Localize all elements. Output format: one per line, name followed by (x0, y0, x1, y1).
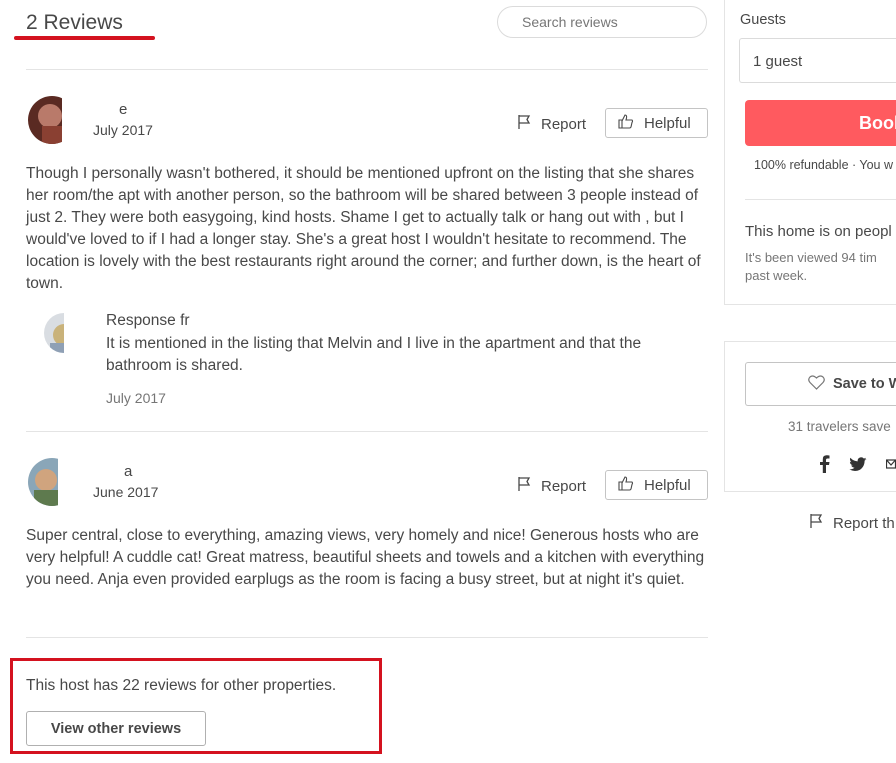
twitter-icon[interactable] (849, 456, 867, 477)
guests-select[interactable]: 1 guest (739, 38, 896, 83)
divider (745, 199, 896, 200)
email-icon[interactable] (885, 457, 896, 476)
helpful-label: Helpful (644, 114, 691, 132)
facebook-icon[interactable] (819, 455, 830, 478)
report-button[interactable]: Report (517, 114, 586, 134)
divider (26, 69, 708, 70)
viewed-line: past week. (745, 268, 808, 283)
viewed-text: It's been viewed 94 tim past week. (745, 249, 877, 285)
viewed-line: It's been viewed 94 tim (745, 250, 877, 265)
review-text: Though I personally wasn't bothered, it … (26, 165, 701, 292)
flag-icon (809, 513, 825, 533)
book-button[interactable]: Book (745, 100, 896, 146)
share-icons (819, 455, 896, 478)
refund-text: 100% refundable · You w (754, 158, 893, 172)
flag-icon (517, 476, 533, 496)
title-underline-annotation (14, 36, 155, 40)
redaction-block (58, 458, 94, 506)
popular-title: This home is on peopl (745, 223, 892, 240)
response-date: July 2017 (106, 390, 166, 406)
save-label: Save to W (833, 376, 896, 392)
response-text: It is mentioned in the listing that Melv… (106, 335, 642, 374)
response-title: Response fr (106, 312, 190, 329)
helpful-button[interactable]: Helpful (605, 470, 708, 500)
redaction-block (64, 313, 88, 355)
view-other-reviews-button[interactable]: View other reviews (26, 711, 206, 746)
report-label: Report (541, 115, 587, 133)
redaction-block (62, 96, 94, 144)
report-listing-link[interactable]: Report th (809, 513, 895, 533)
search-reviews-input[interactable]: Search reviews (497, 6, 707, 38)
flag-icon (517, 114, 533, 134)
review-date: July 2017 (93, 122, 153, 138)
report-listing-label: Report th (833, 514, 895, 532)
divider (26, 637, 708, 638)
report-button[interactable]: Report (517, 476, 586, 496)
helpful-button[interactable]: Helpful (605, 108, 708, 138)
reviewer-name[interactable]: a (124, 463, 132, 480)
thumbs-up-icon (618, 113, 634, 133)
travelers-saved-text: 31 travelers save (788, 419, 891, 434)
helpful-label: Helpful (644, 476, 691, 494)
reviewer-name[interactable]: e (119, 101, 127, 118)
reviews-title: 2 Reviews (26, 11, 123, 34)
save-to-wishlist-button[interactable]: Save to W (745, 362, 896, 406)
thumbs-up-icon (618, 475, 634, 495)
other-reviews-text: This host has 22 reviews for other prope… (26, 677, 337, 694)
review-date: June 2017 (93, 484, 159, 500)
heart-icon (808, 374, 825, 394)
report-label: Report (541, 477, 587, 495)
review-text: Super central, close to everything, amaz… (26, 527, 705, 588)
divider (26, 431, 708, 432)
guests-label: Guests (740, 12, 786, 28)
